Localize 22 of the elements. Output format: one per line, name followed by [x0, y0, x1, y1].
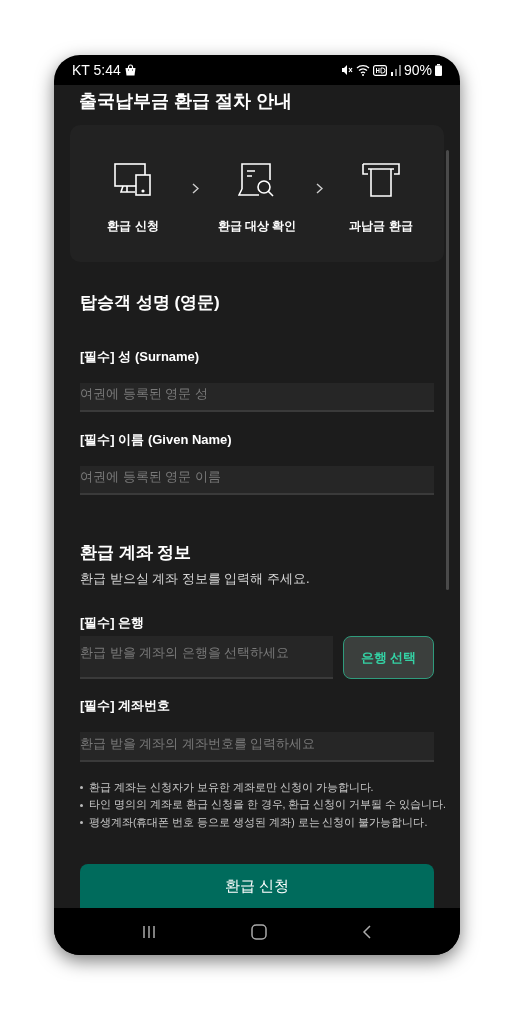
account-number-field[interactable]: 환급 받을 계좌의 계좌번호를 입력하세요 [80, 732, 434, 762]
section-title: 환급 계좌 정보 [80, 543, 193, 563]
page-title: 출국납부금 환급 절차 안내 [79, 90, 293, 112]
field-label: [필수] 계좌번호 [80, 698, 172, 714]
battery-percent: 90% [403, 60, 432, 80]
note-text: 환급 계좌는 신청자가 보유한 계좌로만 신청이 가능합니다. [89, 779, 374, 795]
step-label: 환급 대상 확인 [217, 218, 297, 235]
note-text: 평생계좌(휴대폰 번호 등으로 생성된 계좌) 로는 신청이 불가능합니다. [89, 814, 428, 830]
name-field[interactable]: 여권에 등록된 영문 이름 [80, 466, 434, 495]
refund-apply-button[interactable]: 환급 신청 [80, 863, 434, 908]
status-time: KT 5:44 [72, 60, 121, 80]
step-label: 환급 신청 [107, 218, 159, 235]
field-label: [필수] 이름 (Given Name) [80, 432, 233, 448]
step-label: 과납금 환급 [349, 218, 413, 235]
bank-select-button[interactable]: 은행 선택 [343, 636, 434, 679]
section-subtitle: 환급 받으실 계좌 정보를 입력해 주세요. [80, 571, 311, 587]
bank-field[interactable]: 환급 받을 계좌의 은행을 선택하세요 [80, 636, 333, 679]
note-text: 타인 명의의 계좌로 환급 신청을 한 경우, 환급 신청이 거부될 수 있습니다. [89, 797, 446, 813]
field-label: [필수] 성 (Surname) [80, 349, 201, 365]
field-label: [필수] 은행 [80, 615, 146, 631]
name-field[interactable]: 여권에 등록된 영문 성 [80, 383, 434, 412]
section-title: 탑승객 성명 (영문) [80, 293, 221, 313]
